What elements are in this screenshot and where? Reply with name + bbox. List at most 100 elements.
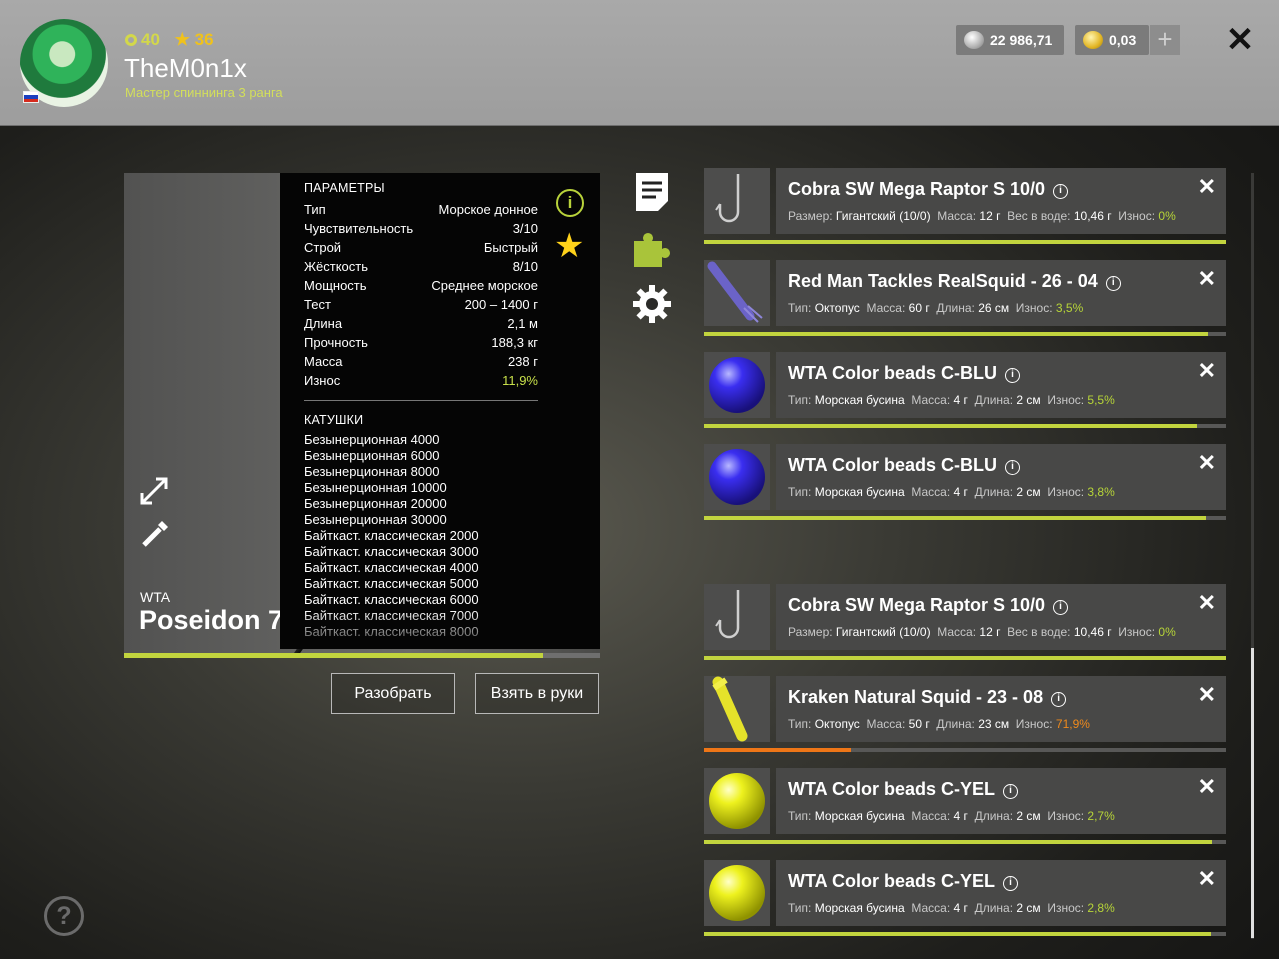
tackle-prop-label: Масса:: [866, 717, 906, 731]
disassemble-button[interactable]: Разобрать: [331, 673, 455, 714]
param-row: Жёсткость 8/10: [304, 257, 538, 276]
tackle-wear-bar: [704, 516, 1226, 520]
gear-icon[interactable]: [632, 284, 672, 324]
param-row: Мощность Среднее морское: [304, 276, 538, 295]
profile-header: 40 ★ 36 TheM0n1x Мастер спиннинга 3 ранг…: [0, 0, 1279, 126]
tackle-wear-value: 2,7%: [1087, 809, 1115, 823]
tackle-card[interactable]: WTA Color beads C-YEL i Тип: Морская бусин…: [776, 768, 1226, 834]
tackle-wear-bar: [704, 332, 1226, 336]
remove-tackle-button[interactable]: ✕: [1198, 174, 1216, 200]
gold-coins-icon: [1083, 31, 1103, 49]
tackle-wear-fill: [704, 748, 851, 752]
expand-icon[interactable]: [138, 475, 170, 512]
tackle-card[interactable]: Red Man Tackles RealSquid - 26 - 04 i Тип:…: [776, 260, 1226, 326]
tackle-thumbnail[interactable]: [704, 168, 770, 234]
tackle-props: Тип: Морская бусина Масса: 4 г Длина: 2 …: [788, 393, 1115, 407]
help-button[interactable]: ?: [44, 896, 84, 936]
tackle-card[interactable]: WTA Color beads C-BLU i Тип: Морская бусин…: [776, 444, 1226, 510]
tackle-thumbnail[interactable]: [704, 352, 770, 418]
gold-balance: 0,03: [1075, 25, 1149, 55]
tackle-card[interactable]: Cobra SW Mega Raptor S 10/0 i Размер: Гига…: [776, 584, 1226, 650]
tackle-prop-value: 4 г: [953, 393, 968, 407]
remove-tackle-button[interactable]: ✕: [1198, 266, 1216, 292]
param-value: 238 г: [507, 354, 538, 369]
info-icon[interactable]: i: [1105, 276, 1121, 291]
info-icon[interactable]: i: [1053, 600, 1069, 615]
param-value: 8/10: [512, 259, 538, 274]
tackle-row[interactable]: Cobra SW Mega Raptor S 10/0 i Размер: Гига…: [704, 168, 1226, 248]
tackle-props: Тип: Октопус Масса: 50 г Длина: 23 см Из…: [788, 717, 1090, 731]
document-icon[interactable]: [632, 171, 672, 211]
param-key: Мощность: [304, 278, 367, 293]
tackle-prop-label: Тип:: [788, 393, 812, 407]
tackle-prop-label: Тип:: [788, 301, 812, 315]
remove-tackle-button[interactable]: ✕: [1198, 866, 1216, 892]
tackle-row[interactable]: WTA Color beads C-YEL i Тип: Морская бусин…: [704, 860, 1226, 940]
tackle-prop-label: Длина:: [974, 901, 1014, 915]
tackle-prop-label: Масса:: [911, 485, 951, 499]
info-icon[interactable]: i: [1005, 368, 1020, 383]
rod-brand: WTA: [140, 589, 171, 605]
info-icon[interactable]: i: [1005, 460, 1020, 475]
close-button[interactable]: ✕: [1224, 22, 1256, 58]
tackle-prop-label: Длина:: [974, 393, 1014, 407]
tackle-prop-value: 2 см: [1016, 485, 1041, 499]
puzzle-icon[interactable]: [632, 229, 672, 269]
tackle-prop-label: Вес в воде:: [1007, 625, 1071, 639]
tackle-row[interactable]: Red Man Tackles RealSquid - 26 - 04 i Тип:…: [704, 260, 1226, 340]
info-icon[interactable]: i: [1053, 184, 1069, 199]
tackle-card[interactable]: Cobra SW Mega Raptor S 10/0 i Размер: Гига…: [776, 168, 1226, 234]
tackle-prop-label: Тип:: [788, 485, 812, 499]
tackle-row[interactable]: WTA Color beads C-YEL i Тип: Морская бусин…: [704, 768, 1226, 848]
tackle-wear-label: Износ:: [1015, 301, 1053, 315]
tackle-row[interactable]: WTA Color beads C-BLU i Тип: Морская бусин…: [704, 352, 1226, 432]
tackle-thumbnail[interactable]: [704, 676, 770, 742]
param-row: Чувствительность 3/10: [304, 219, 538, 238]
tackle-wear-label: Износ:: [1047, 393, 1085, 407]
param-row: Износ 11,9%: [304, 371, 538, 390]
tackle-name: WTA Color beads C-YEL: [788, 779, 995, 799]
param-row: Строй Быстрый: [304, 238, 538, 257]
reel-item: Безынерционная 10000: [304, 480, 447, 495]
tackle-prop-label: Размер:: [788, 209, 833, 223]
tackle-prop-value: 12 г: [979, 625, 1001, 639]
info-icon[interactable]: i: [1003, 876, 1018, 891]
tackle-name: Cobra SW Mega Raptor S 10/0: [788, 595, 1046, 615]
tackle-thumbnail[interactable]: [704, 444, 770, 510]
remove-tackle-button[interactable]: ✕: [1198, 450, 1216, 476]
remove-tackle-button[interactable]: ✕: [1198, 590, 1216, 616]
tackle-wear-bar: [704, 424, 1226, 428]
tackle-thumbnail[interactable]: [704, 768, 770, 834]
info-icon[interactable]: i: [1003, 784, 1018, 799]
tackle-thumbnail[interactable]: [704, 260, 770, 326]
tackle-thumbnail[interactable]: [704, 860, 770, 926]
tackle-props: Тип: Октопус Масса: 60 г Длина: 26 см Из…: [788, 301, 1083, 315]
tackle-row[interactable]: WTA Color beads C-BLU i Тип: Морская бусин…: [704, 444, 1226, 524]
tackle-card[interactable]: WTA Color beads C-YEL i Тип: Морская бусин…: [776, 860, 1226, 926]
param-key: Тип: [304, 202, 326, 217]
tackle-wear-fill: [704, 932, 1212, 936]
param-value: 2,1 м: [507, 316, 538, 331]
tackle-card[interactable]: Kraken Natural Squid - 23 - 08 i Тип: Окто…: [776, 676, 1226, 742]
tackle-wear-bar: [704, 840, 1226, 844]
tackle-prop-value: 26 см: [978, 301, 1010, 315]
tackle-row[interactable]: Kraken Natural Squid - 23 - 08 i Тип: Окто…: [704, 676, 1226, 756]
take-in-hands-button[interactable]: Взять в руки: [475, 673, 599, 714]
tackle-row[interactable]: Cobra SW Mega Raptor S 10/0 i Размер: Гига…: [704, 584, 1226, 664]
info-icon[interactable]: i: [556, 189, 584, 217]
info-icon[interactable]: i: [1051, 692, 1067, 707]
remove-tackle-button[interactable]: ✕: [1198, 358, 1216, 384]
tackle-prop-value: Октопус: [814, 717, 860, 731]
remove-tackle-button[interactable]: ✕: [1198, 682, 1216, 708]
tackle-name: WTA Color beads C-BLU: [788, 363, 997, 383]
scrollbar-thumb[interactable]: [1251, 648, 1254, 938]
repair-icon[interactable]: [140, 519, 170, 554]
tackle-thumbnail[interactable]: [704, 584, 770, 650]
remove-tackle-button[interactable]: ✕: [1198, 774, 1216, 800]
add-currency-button[interactable]: +: [1150, 25, 1180, 55]
param-value: 188,3 кг: [491, 335, 538, 350]
tackle-name: WTA Color beads C-BLU: [788, 455, 997, 475]
tackle-card[interactable]: WTA Color beads C-BLU i Тип: Морская бусин…: [776, 352, 1226, 418]
tackle-prop-label: Длина:: [974, 485, 1014, 499]
favorite-star-icon[interactable]: ★: [554, 226, 584, 266]
